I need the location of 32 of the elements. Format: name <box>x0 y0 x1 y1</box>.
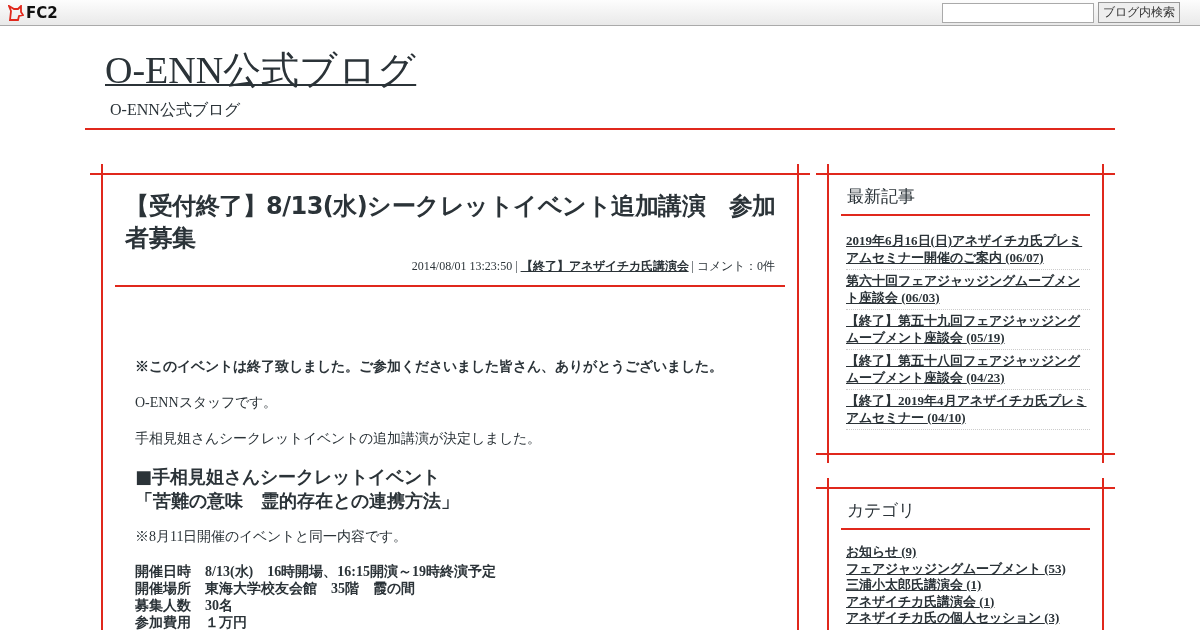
logo-text[interactable]: FC2 <box>26 3 58 22</box>
paragraph: 手相見姐さんシークレットイベントの追加講演が決定しました。 <box>135 430 542 448</box>
sidebar-link[interactable]: 第六十回フェアジャッジングムーブメント座談会 (06/03) <box>846 272 1090 306</box>
sidebar-link[interactable]: お知らせ (9) <box>846 544 1090 561</box>
section-heading: ■手相見姐さんシークレットイベント <box>135 465 440 489</box>
paragraph: ※8月11日開催のイベントと同一内容です。 <box>135 528 409 546</box>
search-field[interactable] <box>942 2 1094 23</box>
detail-line: 開催日時 8/13(水) 16時開場、16:15開演～19時終演予定 <box>135 563 496 580</box>
sidebar-link[interactable]: 2019年6月16日(日)アネザイチカ氏プレミアムセミナー開催のご案内 (06/07) <box>846 232 1090 266</box>
detail-line: 募集人数 30名 <box>135 597 233 614</box>
paragraph: O-ENNスタッフです。 <box>135 394 278 412</box>
comment-count: | コメント：0件 <box>691 259 775 273</box>
sidebar-heading: 最新記事 <box>847 185 916 208</box>
detail-line: 参加費用 １万円 <box>135 614 247 630</box>
detail-line: 開催場所 東海大学校友会館 35階 霞の間 <box>135 580 415 597</box>
sidebar-link[interactable]: アネザイチカ氏の個人セッション (3) <box>846 610 1090 627</box>
sidebar-link[interactable]: アネザイチカ氏講演会 (1) <box>846 593 1090 610</box>
section-heading: 「苦難の意味 霊的存在との連携方法」 <box>135 489 459 513</box>
sidebar-link[interactable]: 【終了】第五十九回フェアジャッジングムーブメント座談会 (05/19) <box>846 312 1090 346</box>
post-date: 2014/08/01 13:23:50 | <box>411 259 518 273</box>
blog-title[interactable]: O-ENN公式ブログ <box>105 49 417 91</box>
sidebar-link[interactable]: フェアジャッジングムーブメント (53) <box>846 560 1090 577</box>
blog-subtitle: O-ENN公式ブログ <box>110 100 241 120</box>
sidebar-heading: カテゴリ <box>847 499 916 522</box>
sidebar-link[interactable]: 【終了】2019年4月アネザイチカ氏プレミアムセミナー (04/10) <box>846 392 1090 426</box>
search-button[interactable]: ブログ内検索 <box>1098 2 1180 23</box>
fox-icon <box>8 4 24 21</box>
category-link[interactable]: 【終了】アネザイチカ氏講演会 <box>520 259 689 273</box>
notice-text: ※このイベントは終了致しました。ご参加くださいました皆さん、ありがとうございました。 <box>135 358 724 376</box>
article-title: 【受付終了】8/13(水)シークレットイベント追加講演 参加者募集 <box>125 191 777 254</box>
sidebar-link[interactable]: 【終了】第五十八回フェアジャッジングムーブメント座談会 (04/23) <box>846 352 1090 386</box>
sidebar-link[interactable]: 三浦小太郎氏講演会 (1) <box>846 577 1090 594</box>
